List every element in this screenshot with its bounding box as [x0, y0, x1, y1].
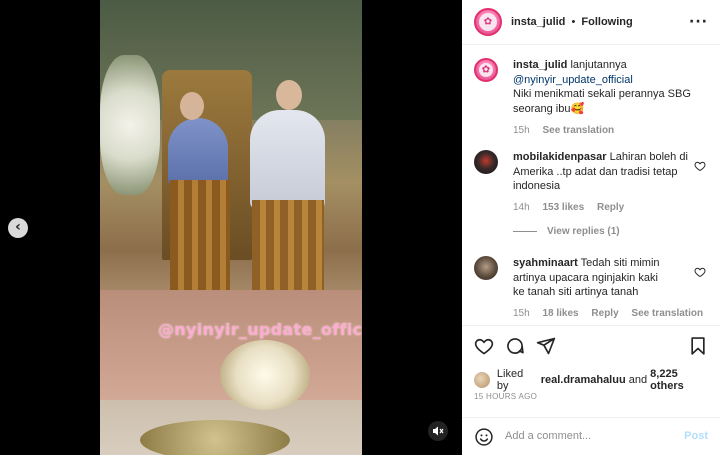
- caption-avatar-glyph: ✿: [481, 64, 491, 76]
- instagram-post-viewer: @nyinyir_update_official ‹ ✿ insta_julid…: [0, 0, 720, 455]
- add-comment-input[interactable]: Add a comment...: [505, 430, 591, 442]
- smiley-icon[interactable]: [474, 427, 494, 447]
- following-button[interactable]: Following: [581, 16, 632, 28]
- header-separator: •: [571, 16, 576, 28]
- reply-button[interactable]: Reply: [591, 308, 618, 319]
- avatar-glyph: ✿: [483, 16, 493, 28]
- flower-arrangement: [100, 55, 160, 195]
- caption-username[interactable]: insta_julid: [513, 59, 567, 71]
- heart-icon[interactable]: [474, 336, 494, 356]
- post-button[interactable]: Post: [684, 430, 708, 442]
- post-header: ✿ insta_julid • Following ···: [462, 0, 720, 45]
- comment-item: mobilakidenpasar Lahiran boleh di Amerik…: [474, 150, 712, 230]
- comment-meta: 15h 18 likes Reply See translation: [513, 307, 703, 322]
- comment-icon[interactable]: [505, 336, 525, 356]
- watermark-text: @nyinyir_update_official: [158, 320, 362, 339]
- media-area: @nyinyir_update_official ‹: [0, 0, 462, 455]
- comment-username[interactable]: syahminaart: [513, 257, 578, 269]
- brass-tray: [140, 420, 290, 455]
- action-bar: [462, 325, 720, 365]
- likes-prefix: Liked by: [496, 368, 524, 392]
- more-horizontal-icon[interactable]: ···: [689, 14, 708, 30]
- speaker-muted-icon[interactable]: [428, 421, 448, 441]
- man-head: [276, 80, 302, 110]
- liker-avatar[interactable]: [474, 372, 490, 388]
- post-timestamp[interactable]: 15 HOURS AGO: [474, 392, 537, 401]
- speaker-muted-glyph: [433, 426, 444, 436]
- caption-text-1: lanjutannya: [570, 59, 627, 71]
- comment-meta: 14h 153 likes Reply: [513, 201, 693, 216]
- bookmark-icon[interactable]: [688, 336, 708, 356]
- comment-username[interactable]: mobilakidenpasar: [513, 151, 607, 163]
- batik-skirt: [170, 180, 230, 300]
- caption-time[interactable]: 15h: [513, 125, 530, 136]
- view-replies-line: [513, 230, 537, 232]
- add-comment-bar: Add a comment... Post: [462, 417, 720, 455]
- comment-time[interactable]: 14h: [513, 202, 530, 213]
- man-figure: [250, 110, 325, 210]
- video-player[interactable]: @nyinyir_update_official: [100, 0, 362, 455]
- view-replies-link[interactable]: View replies (1): [513, 226, 620, 237]
- caption-meta: 15h See translation: [513, 124, 703, 139]
- comments-list: ✿ insta_julid lanjutannya @nyinyir_updat…: [462, 46, 720, 324]
- heart-icon[interactable]: [694, 266, 706, 278]
- likes-user[interactable]: real.dramahaluu: [541, 374, 626, 386]
- comment-likes[interactable]: 153 likes: [542, 202, 584, 213]
- woman-figure: [168, 118, 228, 188]
- comment-body: syahminaart Tedah siti mimin artinya upa…: [513, 256, 703, 322]
- post-side-panel: ✿ insta_julid • Following ··· ✿ insta_ju…: [462, 0, 720, 455]
- caption-mention[interactable]: @nyinyir_update_official: [513, 74, 633, 86]
- likes-summary: Liked by real.dramahaluu and 8,225 other…: [474, 368, 714, 392]
- avatar[interactable]: ✿: [474, 8, 502, 36]
- caption-text-2: Niki menikmati sekali perannya SBG seora…: [513, 88, 691, 115]
- caption: ✿ insta_julid lanjutannya @nyinyir_updat…: [474, 58, 712, 138]
- comment-likes[interactable]: 18 likes: [542, 308, 578, 319]
- commenter-avatar[interactable]: [474, 150, 498, 174]
- comment-item: syahminaart Tedah siti mimin artinya upa…: [474, 256, 712, 336]
- likes-others[interactable]: 8,225 others: [650, 368, 714, 392]
- chevron-left-icon[interactable]: ‹: [8, 218, 28, 238]
- heart-icon[interactable]: [694, 160, 706, 172]
- header-username[interactable]: insta_julid: [511, 16, 565, 28]
- header-user-line: insta_julid • Following: [511, 16, 633, 28]
- ceremonial-bowl: [220, 340, 310, 410]
- send-icon[interactable]: [536, 336, 556, 356]
- comment-body: mobilakidenpasar Lahiran boleh di Amerik…: [513, 150, 693, 215]
- commenter-avatar[interactable]: [474, 256, 498, 280]
- caption-avatar[interactable]: ✿: [474, 58, 498, 82]
- reply-button[interactable]: Reply: [597, 202, 624, 213]
- caption-see-translation[interactable]: See translation: [542, 125, 614, 136]
- caption-body: insta_julid lanjutannya @nyinyir_update_…: [513, 58, 703, 139]
- comment-time[interactable]: 15h: [513, 308, 530, 319]
- view-replies-label: View replies (1): [547, 226, 620, 237]
- likes-conj: and: [628, 374, 648, 386]
- woman-head: [180, 92, 204, 120]
- comment-see-translation[interactable]: See translation: [631, 308, 703, 319]
